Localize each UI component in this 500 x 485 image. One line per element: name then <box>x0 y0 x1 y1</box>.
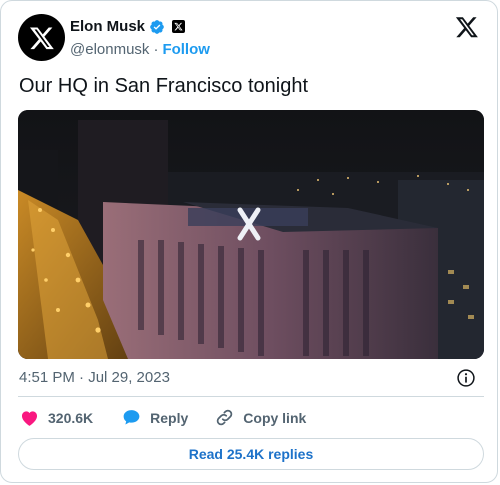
copy-link-label: Copy link <box>243 409 307 426</box>
heart-icon <box>21 411 38 426</box>
tweet-timestamp[interactable]: 4:51 PM · Jul 29, 2023 <box>19 369 170 386</box>
copy-link-button[interactable]: Copy link <box>214 407 306 428</box>
author-name[interactable]: Elon Musk <box>70 18 145 35</box>
follow-button[interactable]: Follow <box>162 41 210 58</box>
verified-badge-icon <box>150 19 164 34</box>
reply-label: Reply <box>150 409 189 426</box>
separator-dot: · <box>153 41 159 58</box>
reply-button[interactable]: Reply <box>121 407 188 428</box>
speech-bubble-icon <box>123 410 140 425</box>
tweet-text: Our HQ in San Francisco tonight <box>19 75 309 97</box>
like-count: 320.6K <box>48 409 94 426</box>
divider <box>18 396 484 397</box>
author-handle-row: @elonmusk · Follow <box>70 41 210 58</box>
tweet-card: Elon Musk @elonmusk · Follow Our HQ in S… <box>0 0 498 483</box>
x-logo-icon <box>29 26 54 49</box>
info-icon[interactable] <box>456 368 476 388</box>
tweet-video[interactable] <box>18 110 484 359</box>
avatar[interactable] <box>18 14 65 61</box>
tweet-actions: 320.6K Reply Copy link <box>19 407 306 428</box>
like-button[interactable]: 320.6K <box>19 407 93 428</box>
x-logo-icon[interactable] <box>455 15 479 39</box>
read-replies-button[interactable]: Read 25.4K replies <box>18 438 484 470</box>
author-name-row: Elon Musk <box>70 18 186 35</box>
author-handle[interactable]: @elonmusk <box>70 41 149 58</box>
x-affiliation-icon[interactable] <box>172 20 186 33</box>
link-icon <box>217 409 233 426</box>
video-frame <box>18 110 484 359</box>
